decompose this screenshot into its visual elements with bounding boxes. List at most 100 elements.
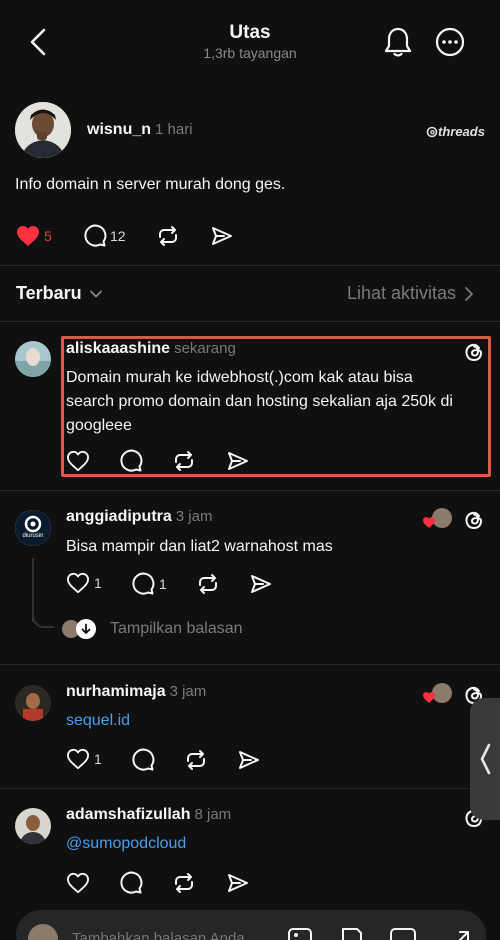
gif-icon[interactable]	[388, 924, 418, 940]
heart-filled-icon	[423, 517, 435, 528]
more-icon	[435, 27, 465, 57]
post-text: Info domain n server murah dong ges.	[15, 176, 286, 193]
comment-icon	[132, 572, 155, 595]
threads-brand: threads	[426, 124, 485, 139]
avatar-label: diurusin	[22, 533, 44, 539]
avatar[interactable]	[15, 341, 51, 377]
sort-label: Terbaru	[16, 283, 82, 303]
bell-icon	[384, 27, 412, 57]
user-photo-icon	[15, 102, 71, 158]
avatar	[76, 619, 96, 639]
post-time: 1 hari	[155, 121, 193, 138]
comment-count: 1	[159, 576, 167, 592]
avatar[interactable]	[15, 102, 71, 158]
divider	[0, 321, 500, 322]
view-activity-label: Lihat aktivitas	[347, 283, 457, 303]
divider	[0, 788, 500, 789]
chevron-down-icon	[89, 290, 102, 297]
divider	[0, 664, 500, 665]
thread-line-curve	[32, 606, 54, 628]
repost-button[interactable]	[196, 572, 220, 596]
like-button[interactable]	[66, 871, 90, 895]
author-liked-badge	[422, 683, 454, 707]
sort-dropdown[interactable]: Terbaru	[16, 283, 104, 304]
reply-time: 8 jam	[194, 806, 232, 823]
heart-icon	[66, 872, 89, 894]
like-button[interactable]: 5	[15, 224, 52, 248]
reply-username[interactable]: nurhamimaja	[66, 683, 166, 700]
comment-icon	[132, 748, 155, 771]
chevron-left-icon	[480, 743, 491, 775]
highlight-box	[61, 336, 491, 477]
post-author: wisnu_n 1 hari	[87, 121, 193, 139]
more-options-button[interactable]	[432, 24, 468, 60]
comment-button[interactable]: 12	[83, 224, 126, 248]
repost-icon	[175, 873, 193, 893]
reply-time: 3 jam	[169, 683, 207, 700]
brand-logo-icon	[15, 510, 51, 546]
avatar[interactable]	[15, 808, 51, 844]
share-button[interactable]	[210, 224, 234, 248]
share-button[interactable]	[249, 572, 273, 596]
heart-icon	[66, 748, 89, 770]
reply-author: nurhamimaja 3 jam	[66, 683, 206, 701]
send-icon	[239, 751, 259, 769]
repost-icon	[199, 574, 217, 594]
repost-button[interactable]	[172, 871, 196, 895]
side-panel-handle[interactable]	[470, 698, 500, 820]
avatar[interactable]	[15, 685, 51, 721]
reply-link[interactable]: sequel.id	[66, 712, 130, 730]
view-count: 1,3rb tayangan	[203, 45, 297, 61]
user-photo-icon	[15, 341, 51, 377]
reply-author: adamshafizullah 8 jam	[66, 806, 231, 824]
send-icon	[251, 575, 271, 593]
like-button[interactable]: 1	[66, 748, 102, 770]
user-photo-icon	[15, 685, 51, 721]
author-username[interactable]: wisnu_n	[87, 121, 151, 138]
comment-button[interactable]	[119, 871, 143, 895]
like-count: 1	[94, 751, 102, 767]
threads-reply-button[interactable]	[462, 508, 486, 532]
comment-button[interactable]: 1	[131, 572, 167, 596]
threads-logo-icon	[426, 126, 438, 137]
heart-filled-icon	[17, 226, 39, 246]
comment-count: 12	[110, 228, 126, 244]
repost-button[interactable]	[156, 224, 180, 248]
page-title: Utas	[229, 22, 271, 43]
threads-logo-icon	[465, 511, 483, 530]
repost-icon	[187, 750, 205, 770]
image-icon[interactable]	[286, 924, 314, 940]
comment-button[interactable]	[131, 748, 155, 772]
view-activity-link[interactable]: Lihat aktivitas	[347, 283, 476, 304]
reply-composer[interactable]	[16, 910, 486, 940]
reply-username[interactable]: adamshafizullah	[66, 806, 190, 823]
chevron-right-icon	[465, 286, 473, 301]
like-count: 1	[94, 575, 102, 591]
show-replies-link[interactable]: Tampilkan balasan	[60, 618, 243, 640]
expand-icon[interactable]	[448, 924, 476, 940]
send-icon	[212, 227, 232, 245]
reply-username[interactable]: anggiadiputra	[66, 508, 172, 525]
heart-filled-icon	[423, 692, 435, 703]
share-button[interactable]	[226, 871, 250, 895]
notifications-button[interactable]	[380, 24, 416, 60]
like-count: 5	[44, 228, 52, 244]
reply-author: anggiadiputra 3 jam	[66, 508, 212, 526]
repost-button[interactable]	[184, 748, 208, 772]
reply-input[interactable]	[72, 930, 272, 940]
like-button[interactable]: 1	[66, 572, 102, 594]
repost-icon	[159, 226, 177, 246]
send-icon	[228, 874, 248, 892]
avatar[interactable]: diurusin	[15, 510, 51, 546]
show-replies-label: Tampilkan balasan	[110, 620, 243, 637]
divider	[0, 490, 500, 491]
reply-mention[interactable]: @sumopodcloud	[66, 835, 186, 853]
reply-time: 3 jam	[175, 508, 213, 525]
sticker-icon[interactable]	[338, 924, 366, 940]
threads-wordmark: threads	[438, 124, 485, 139]
author-liked-badge	[422, 508, 454, 532]
avatar	[28, 924, 58, 940]
arrow-down-icon	[81, 623, 91, 634]
share-button[interactable]	[237, 748, 261, 772]
replier-avatars	[60, 618, 98, 640]
